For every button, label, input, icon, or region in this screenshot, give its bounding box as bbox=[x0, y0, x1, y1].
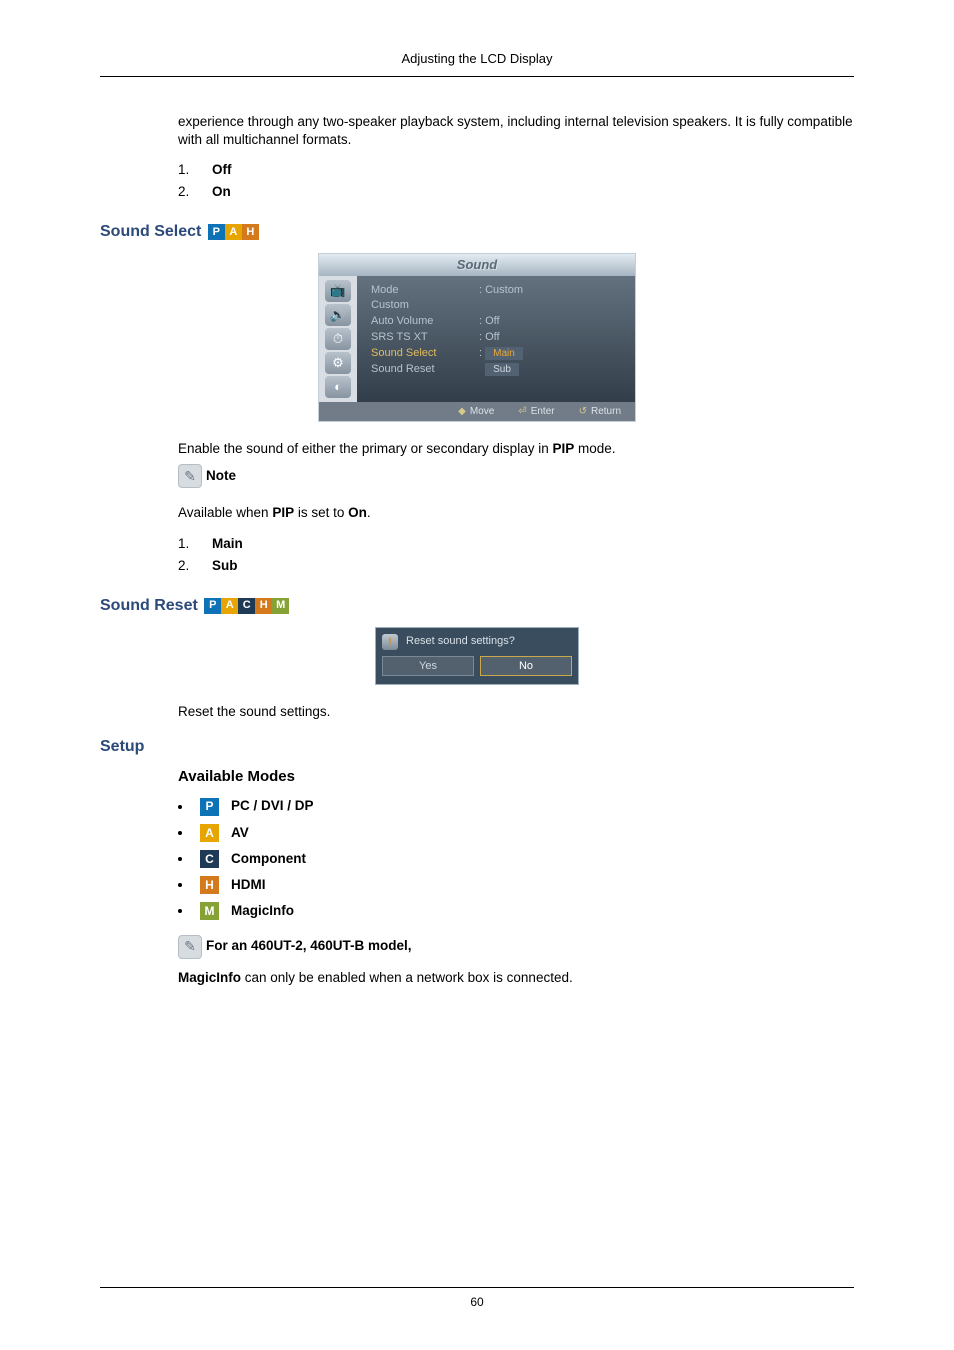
text-span: can only be enabled when a network box i… bbox=[241, 970, 573, 985]
intro-paragraph: experience through any two-speaker playb… bbox=[178, 113, 854, 149]
list-item: Main bbox=[212, 535, 243, 553]
on-label: On bbox=[348, 505, 367, 520]
mode-p-icon: P bbox=[200, 798, 219, 816]
mode-a-icon: A bbox=[221, 598, 238, 614]
page-number: 60 bbox=[100, 1294, 854, 1310]
note-icon: ✎ bbox=[178, 935, 202, 959]
magicinfo-note: MagicInfo can only be enabled when a net… bbox=[178, 969, 854, 987]
model-note-text: For an 460UT-2, 460UT-B model, bbox=[206, 937, 412, 955]
note-icon: ✎ bbox=[178, 464, 202, 488]
text-span: Enable the sound of either the primary o… bbox=[178, 441, 552, 456]
mode-label: HDMI bbox=[231, 876, 266, 894]
osd-side-mdc-icon: ◐ bbox=[325, 376, 351, 398]
main-sub-list: 1.Main 2.Sub bbox=[178, 535, 854, 575]
pip-label: PIP bbox=[272, 505, 294, 520]
mode-m-icon: M bbox=[200, 902, 219, 920]
footer-rule bbox=[100, 1287, 854, 1288]
mode-label: AV bbox=[231, 824, 249, 842]
mode-label: Component bbox=[231, 850, 306, 868]
reset-no-button: No bbox=[480, 656, 572, 677]
sound-select-title-text: Sound Select bbox=[100, 223, 201, 240]
mode-h-icon: H bbox=[200, 876, 219, 894]
reset-dialog-text: Reset sound settings? bbox=[406, 634, 515, 649]
osd-foot-return: Return bbox=[591, 406, 621, 417]
osd-row-value: : Off bbox=[479, 314, 500, 329]
list-item: Off bbox=[212, 161, 232, 179]
model-note-row: ✎ For an 460UT-2, 460UT-B model, bbox=[178, 935, 854, 959]
sound-reset-title-text: Sound Reset bbox=[100, 597, 198, 614]
mode-label: MagicInfo bbox=[231, 902, 294, 920]
mode-c-icon: C bbox=[238, 598, 255, 614]
osd-foot-enter: Enter bbox=[531, 406, 555, 417]
availability-text: Available when PIP is set to On. bbox=[178, 504, 854, 522]
osd-row-label: Custom bbox=[371, 298, 471, 313]
osd-row-value: : Custom bbox=[479, 283, 523, 298]
magicinfo-label: MagicInfo bbox=[178, 970, 241, 985]
mode-m-icon: M bbox=[272, 598, 289, 614]
sound-select-heading: Sound Select P A H bbox=[100, 221, 854, 243]
reset-yes-button: Yes bbox=[382, 656, 474, 677]
setup-heading: Setup bbox=[100, 736, 854, 758]
sound-osd-screenshot: Sound 📺 🔊 ⏱ ⚙ ◐ Mode : Custom Custom Auto… bbox=[318, 253, 636, 422]
osd-row-label: Sound Reset bbox=[371, 362, 471, 377]
mode-p-icon: P bbox=[208, 224, 225, 240]
mode-p-icon: P bbox=[204, 598, 221, 614]
osd-foot-move: Move bbox=[470, 406, 494, 417]
mode-a-icon: A bbox=[225, 224, 242, 240]
text-span: mode. bbox=[574, 441, 615, 456]
mode-h-icon: H bbox=[242, 224, 259, 240]
reset-dialog-screenshot: ! Reset sound settings? Yes No bbox=[375, 627, 579, 686]
osd-side-clock-icon: ⏱ bbox=[325, 328, 351, 350]
osd-row-value: : Off bbox=[479, 330, 500, 345]
osd-row-label: Mode bbox=[371, 283, 471, 298]
note-label: Note bbox=[206, 467, 236, 485]
reset-warning-icon: ! bbox=[382, 634, 398, 650]
off-on-list: 1.Off 2.On bbox=[178, 161, 854, 201]
list-item: On bbox=[212, 183, 231, 201]
page-header: Adjusting the LCD Display bbox=[100, 50, 854, 68]
osd-option-sub: Sub bbox=[485, 363, 519, 377]
mode-h-icon: H bbox=[255, 598, 272, 614]
mode-a-icon: A bbox=[200, 824, 219, 842]
osd-selected-main: Main bbox=[485, 347, 523, 361]
mode-c-icon: C bbox=[200, 850, 219, 868]
osd-side-setup-icon: ⚙ bbox=[325, 352, 351, 374]
osd-row-label: Auto Volume bbox=[371, 314, 471, 329]
pip-label: PIP bbox=[552, 441, 574, 456]
text-span: is set to bbox=[294, 505, 348, 520]
available-modes-list: P PC / DVI / DP A AV C Component H HDMI M Mag… bbox=[178, 797, 854, 920]
note-row: ✎ Note bbox=[178, 464, 854, 488]
sound-select-description: Enable the sound of either the primary o… bbox=[178, 440, 854, 458]
mode-label: PC / DVI / DP bbox=[231, 797, 314, 815]
sound-reset-heading: Sound Reset P A C H M bbox=[100, 595, 854, 617]
list-item: Sub bbox=[212, 557, 238, 575]
osd-row-label: Sound Select bbox=[371, 346, 471, 361]
text-span: . bbox=[367, 505, 371, 520]
sound-reset-description: Reset the sound settings. bbox=[178, 703, 854, 721]
osd-side-sound-icon: 🔊 bbox=[325, 304, 351, 326]
osd-row-label: SRS TS XT bbox=[371, 330, 471, 345]
osd-side-picture-icon: 📺 bbox=[325, 280, 351, 302]
text-span: Available when bbox=[178, 505, 272, 520]
osd-title: Sound bbox=[319, 254, 635, 276]
header-rule bbox=[100, 76, 854, 77]
available-modes-heading: Available Modes bbox=[178, 767, 854, 787]
